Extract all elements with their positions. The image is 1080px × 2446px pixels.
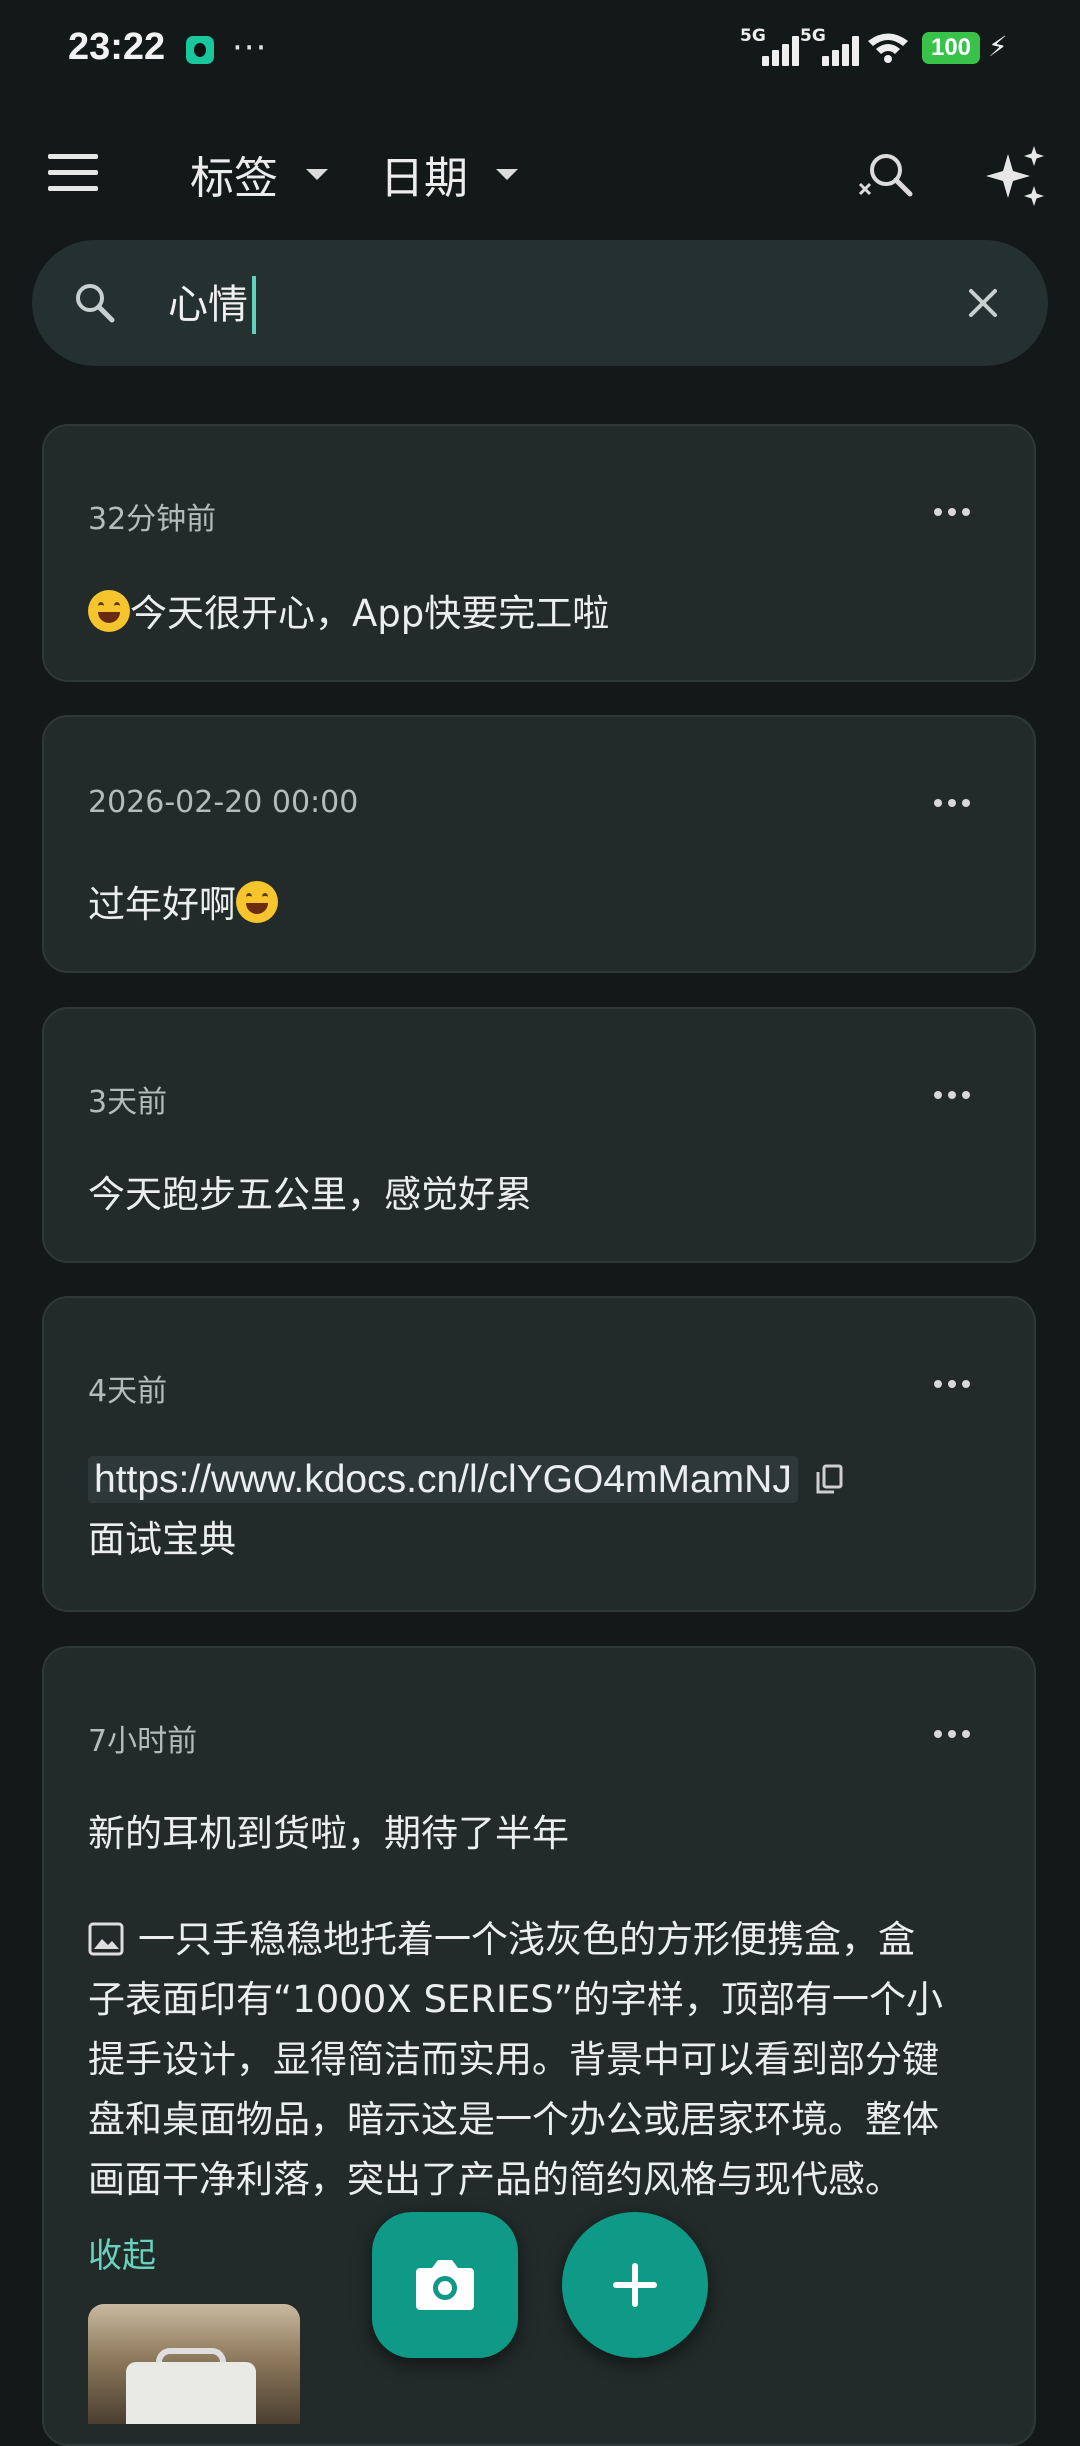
- caption-line: 提手设计，显得简洁而实用。背景中可以看到部分键: [88, 2038, 939, 2081]
- note-content: 今天很开心，App快要完工啦: [88, 584, 609, 644]
- note-timestamp: 32分钟前: [88, 502, 217, 537]
- note-text: 面试宝典: [88, 1518, 236, 1561]
- caret-down-icon: [306, 168, 328, 180]
- note-card[interactable]: 32分钟前 今天很开心，App快要完工啦: [42, 424, 1036, 682]
- plus-icon: [613, 2263, 657, 2307]
- date-filter-label: 日期: [380, 153, 468, 204]
- search-icon: [76, 284, 115, 323]
- collapse-link[interactable]: 收起: [88, 2228, 156, 2277]
- more-options-icon[interactable]: [934, 1380, 970, 1390]
- note-text: 过年好啊: [88, 883, 236, 926]
- more-options-icon[interactable]: [934, 1091, 970, 1101]
- app-notification-icon: [186, 36, 214, 64]
- add-note-button[interactable]: [562, 2212, 708, 2358]
- note-text: 今天很开心，App快要完工啦: [130, 592, 610, 635]
- more-options-icon[interactable]: [934, 508, 970, 518]
- more-options-icon[interactable]: [934, 799, 970, 809]
- image-caption: 一只手稳稳地托着一个浅灰色的方形便携盒，盒 子表面印有“1000X SERIES…: [88, 1910, 943, 2210]
- sparkle-icon[interactable]: [984, 144, 1048, 208]
- note-timestamp: 2026-02-20 00:00: [88, 785, 359, 820]
- caret-down-icon: [496, 168, 518, 180]
- search-field[interactable]: 心情: [32, 240, 1048, 366]
- date-filter-dropdown[interactable]: 日期: [380, 144, 518, 204]
- note-link[interactable]: https://www.kdocs.cn/l/clYGO4mMamNJ: [88, 1456, 798, 1503]
- search-query-text: 心情: [168, 282, 248, 328]
- note-image-thumbnail[interactable]: [88, 2304, 300, 2424]
- caption-line: 画面干净利落，突出了产品的简约风格与现代感。: [88, 2158, 902, 2201]
- note-card[interactable]: 3天前 今天跑步五公里，感觉好累: [42, 1007, 1036, 1263]
- camera-icon: [416, 2260, 474, 2310]
- note-card[interactable]: 4天前 https://www.kdocs.cn/l/clYGO4mMamNJ …: [42, 1296, 1036, 1612]
- note-timestamp: 7小时前: [88, 1724, 198, 1759]
- close-icon[interactable]: [962, 282, 1004, 324]
- status-bar: 23:22 ··· 5G 5G 100 ⚡: [0, 0, 1080, 100]
- signal-icon-2: 5G: [800, 26, 860, 66]
- note-card[interactable]: 2026-02-20 00:00 过年好啊: [42, 715, 1036, 973]
- signal-icon: 5G: [740, 26, 800, 66]
- camera-button[interactable]: [372, 2212, 518, 2358]
- caption-line: 盘和桌面物品，暗示这是一个办公或居家环境。整体: [88, 2098, 939, 2141]
- more-notifications-icon: ···: [232, 28, 268, 68]
- menu-icon[interactable]: [48, 154, 98, 192]
- top-app-bar: 标签 日期: [0, 110, 1080, 230]
- note-timestamp: 4天前: [88, 1374, 168, 1409]
- note-text: 今天跑步五公里，感觉好累: [88, 1173, 532, 1216]
- status-time: 23:22: [68, 26, 166, 68]
- note-card[interactable]: 7小时前 新的耳机到货啦，期待了半年 一只手稳稳地托着一个浅灰色的方形便携盒，盒…: [42, 1646, 1036, 2446]
- text-cursor: [252, 276, 256, 334]
- note-text: 新的耳机到货啦，期待了半年: [88, 1812, 569, 1855]
- image-icon: [88, 1922, 124, 1956]
- tags-filter-dropdown[interactable]: 标签: [190, 144, 328, 204]
- battery-icon: 100: [922, 32, 980, 64]
- grinning-face-emoji: [236, 881, 278, 923]
- charging-icon: ⚡: [988, 30, 1008, 63]
- grinning-face-emoji: [88, 590, 130, 632]
- note-content: https://www.kdocs.cn/l/clYGO4mMamNJ 面试宝典: [88, 1450, 844, 1570]
- note-timestamp: 3天前: [88, 1085, 168, 1120]
- tags-filter-label: 标签: [190, 153, 278, 204]
- wifi-icon: [868, 33, 908, 63]
- caption-line: 一只手稳稳地托着一个浅灰色的方形便携盒，盒: [138, 1918, 915, 1961]
- more-options-icon[interactable]: [934, 1730, 970, 1740]
- copy-icon[interactable]: [814, 1464, 844, 1496]
- caption-line: 子表面印有“1000X SERIES”的字样，顶部有一个小: [88, 1978, 943, 2021]
- note-content: 新的耳机到货啦，期待了半年: [88, 1804, 569, 1864]
- search-input[interactable]: 心情: [168, 276, 256, 334]
- note-content: 今天跑步五公里，感觉好累: [88, 1165, 532, 1225]
- clear-search-icon[interactable]: [856, 148, 914, 206]
- note-content: 过年好啊: [88, 875, 278, 935]
